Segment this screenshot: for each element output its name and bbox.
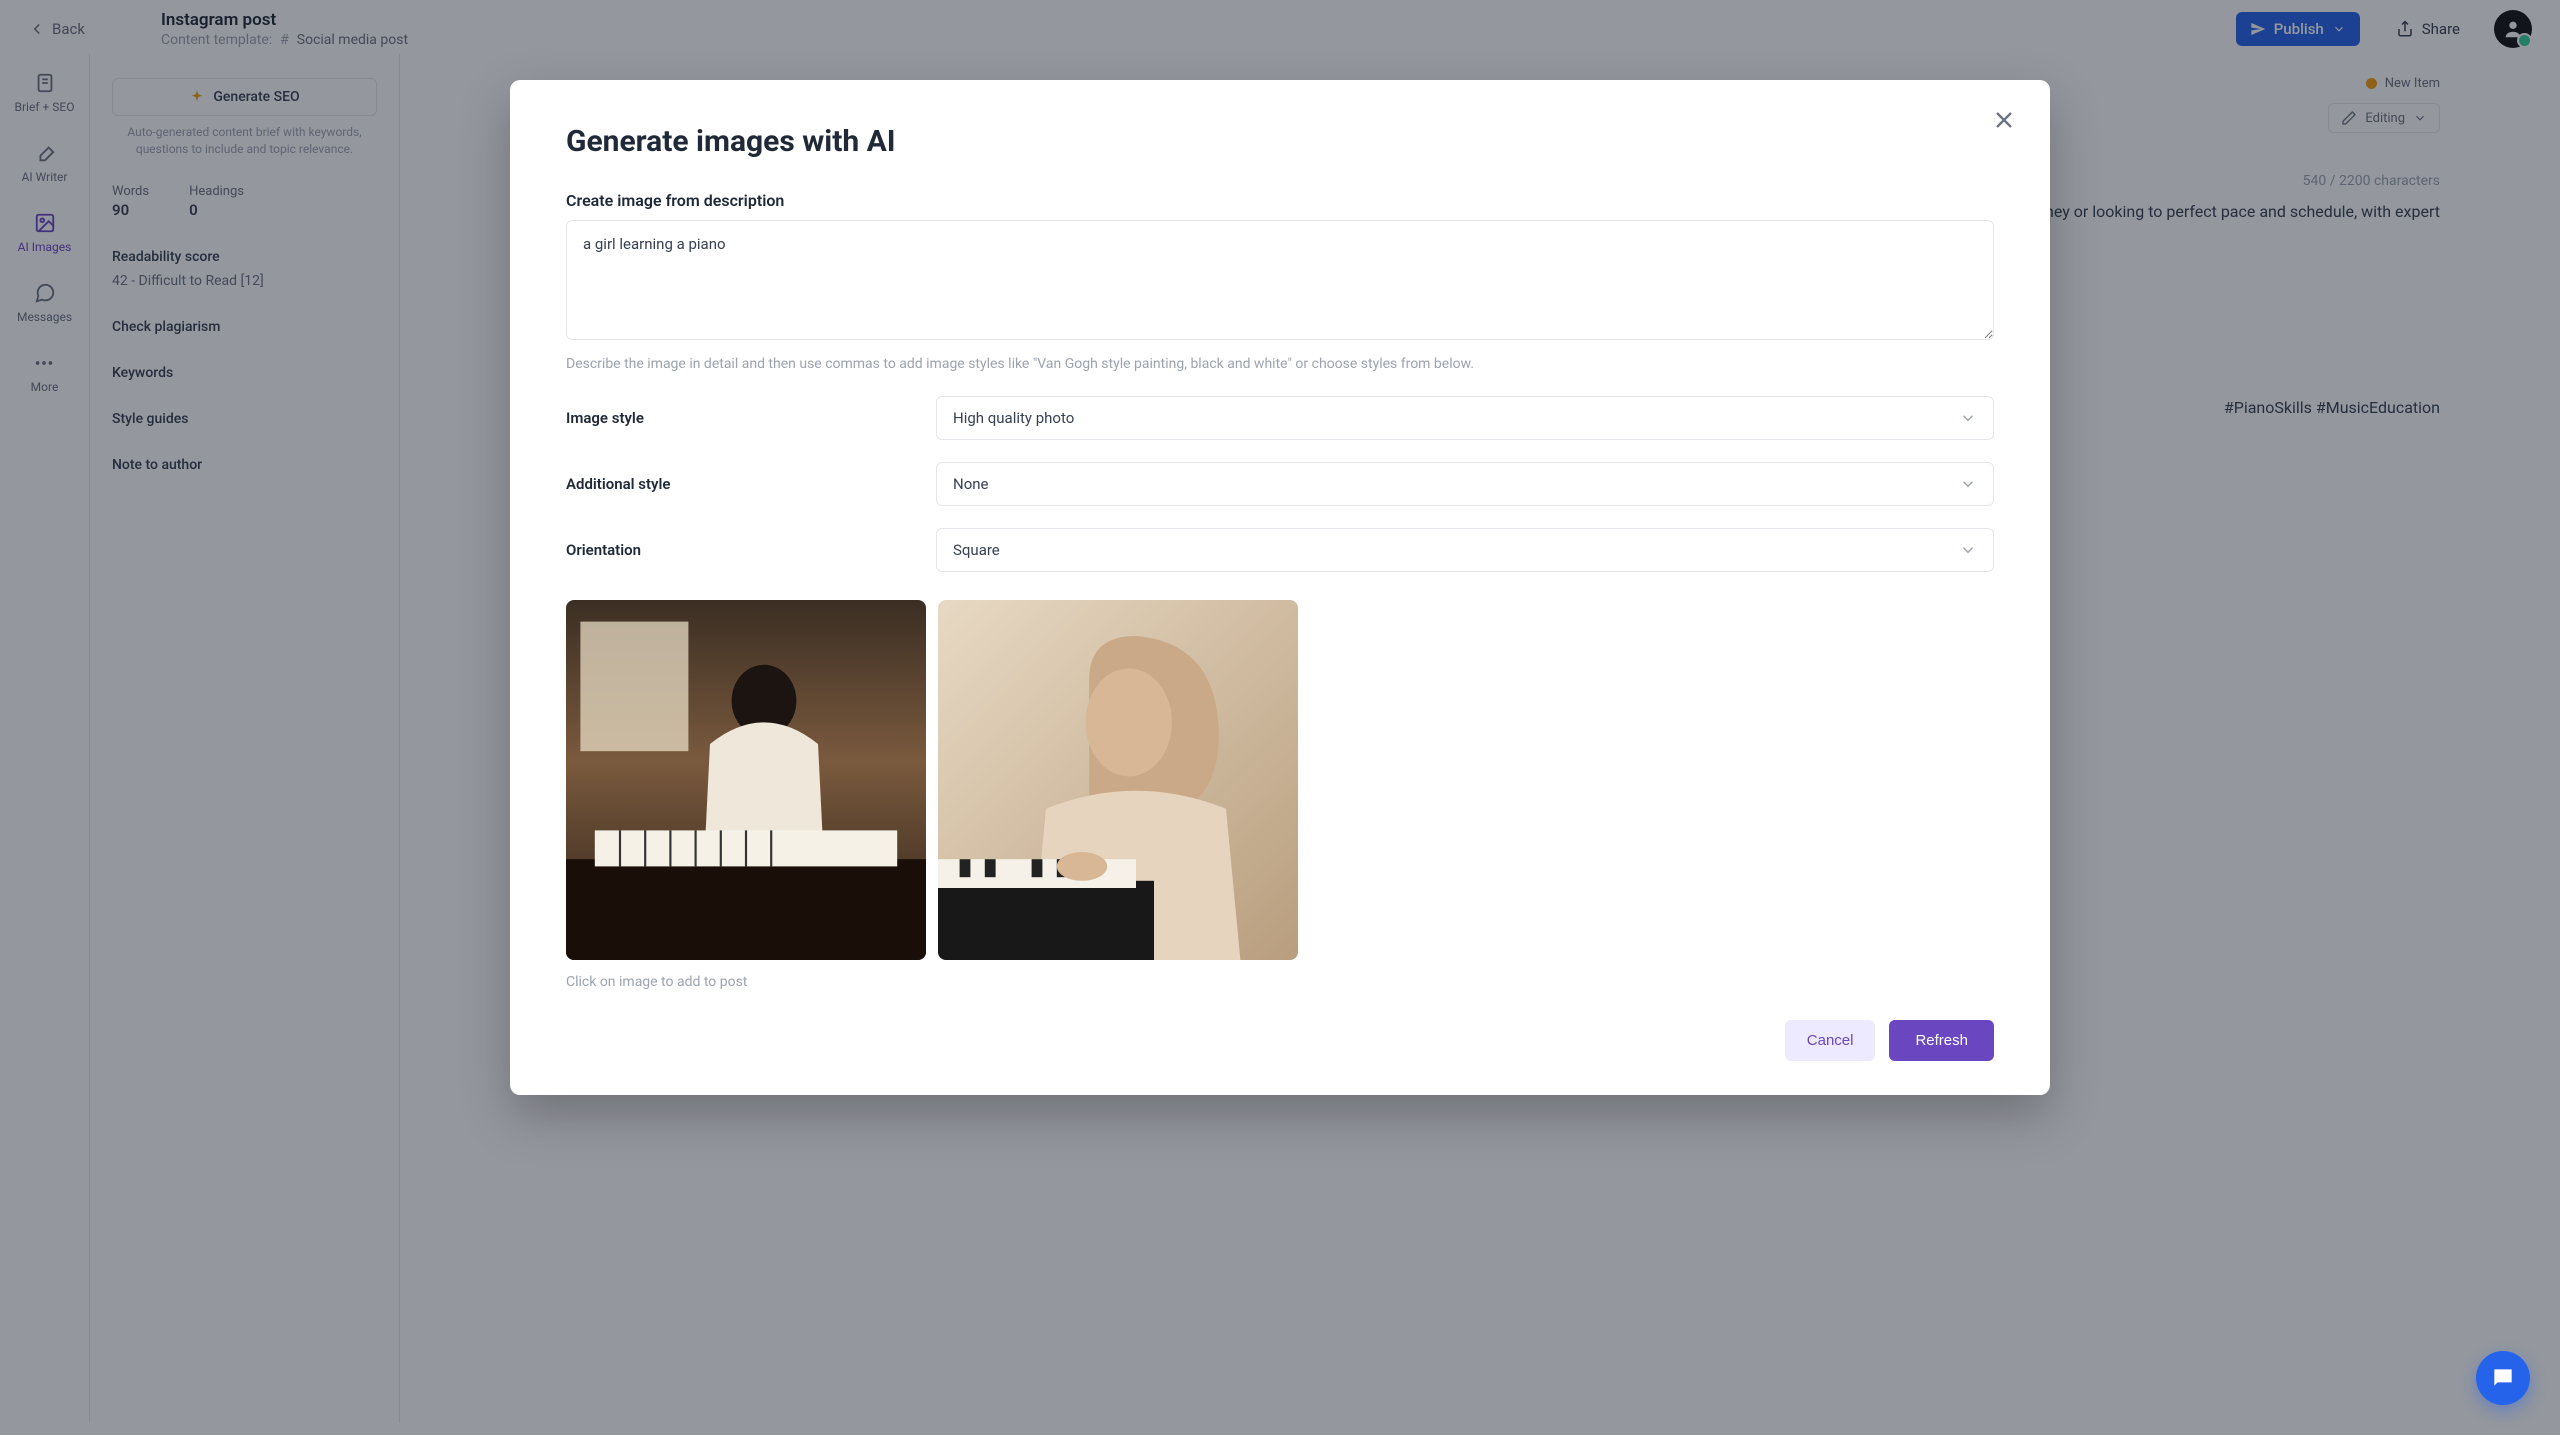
description-helper: Describe the image in detail and then us… xyxy=(566,354,1994,374)
image-style-label: Image style xyxy=(566,409,936,427)
close-button[interactable] xyxy=(1990,106,2018,138)
thumb-caption: Click on image to add to post xyxy=(566,974,1994,990)
orientation-select[interactable]: Square xyxy=(936,528,1994,572)
chevron-down-icon xyxy=(1959,409,1977,427)
chevron-down-icon xyxy=(1959,475,1977,493)
image-style-select[interactable]: High quality photo xyxy=(936,396,1994,440)
orientation-label: Orientation xyxy=(566,541,936,559)
additional-style-value: None xyxy=(953,475,989,493)
orientation-row: Orientation Square xyxy=(566,528,1994,572)
modal-footer: Cancel Refresh xyxy=(566,1020,1994,1061)
generated-image-1[interactable] xyxy=(566,600,926,960)
description-label: Create image from description xyxy=(566,191,1994,210)
cancel-button[interactable]: Cancel xyxy=(1785,1020,1876,1061)
generated-thumbnails xyxy=(566,600,1994,960)
image-style-value: High quality photo xyxy=(953,409,1074,427)
refresh-button[interactable]: Refresh xyxy=(1889,1020,1994,1061)
image-style-row: Image style High quality photo xyxy=(566,396,1994,440)
additional-style-label: Additional style xyxy=(566,475,936,493)
additional-style-select[interactable]: None xyxy=(936,462,1994,506)
additional-style-row: Additional style None xyxy=(566,462,1994,506)
close-icon xyxy=(1990,106,2018,134)
description-textarea[interactable] xyxy=(566,220,1994,340)
modal-title: Generate images with AI xyxy=(566,124,1994,159)
chat-bubble-icon xyxy=(2490,1365,2516,1391)
help-fab[interactable] xyxy=(2476,1351,2530,1405)
generate-images-modal: Generate images with AI Create image fro… xyxy=(510,80,2050,1095)
chevron-down-icon xyxy=(1959,541,1977,559)
generated-image-2[interactable] xyxy=(938,600,1298,960)
modal-overlay[interactable]: Generate images with AI Create image fro… xyxy=(0,0,2560,1435)
orientation-value: Square xyxy=(953,541,1000,559)
